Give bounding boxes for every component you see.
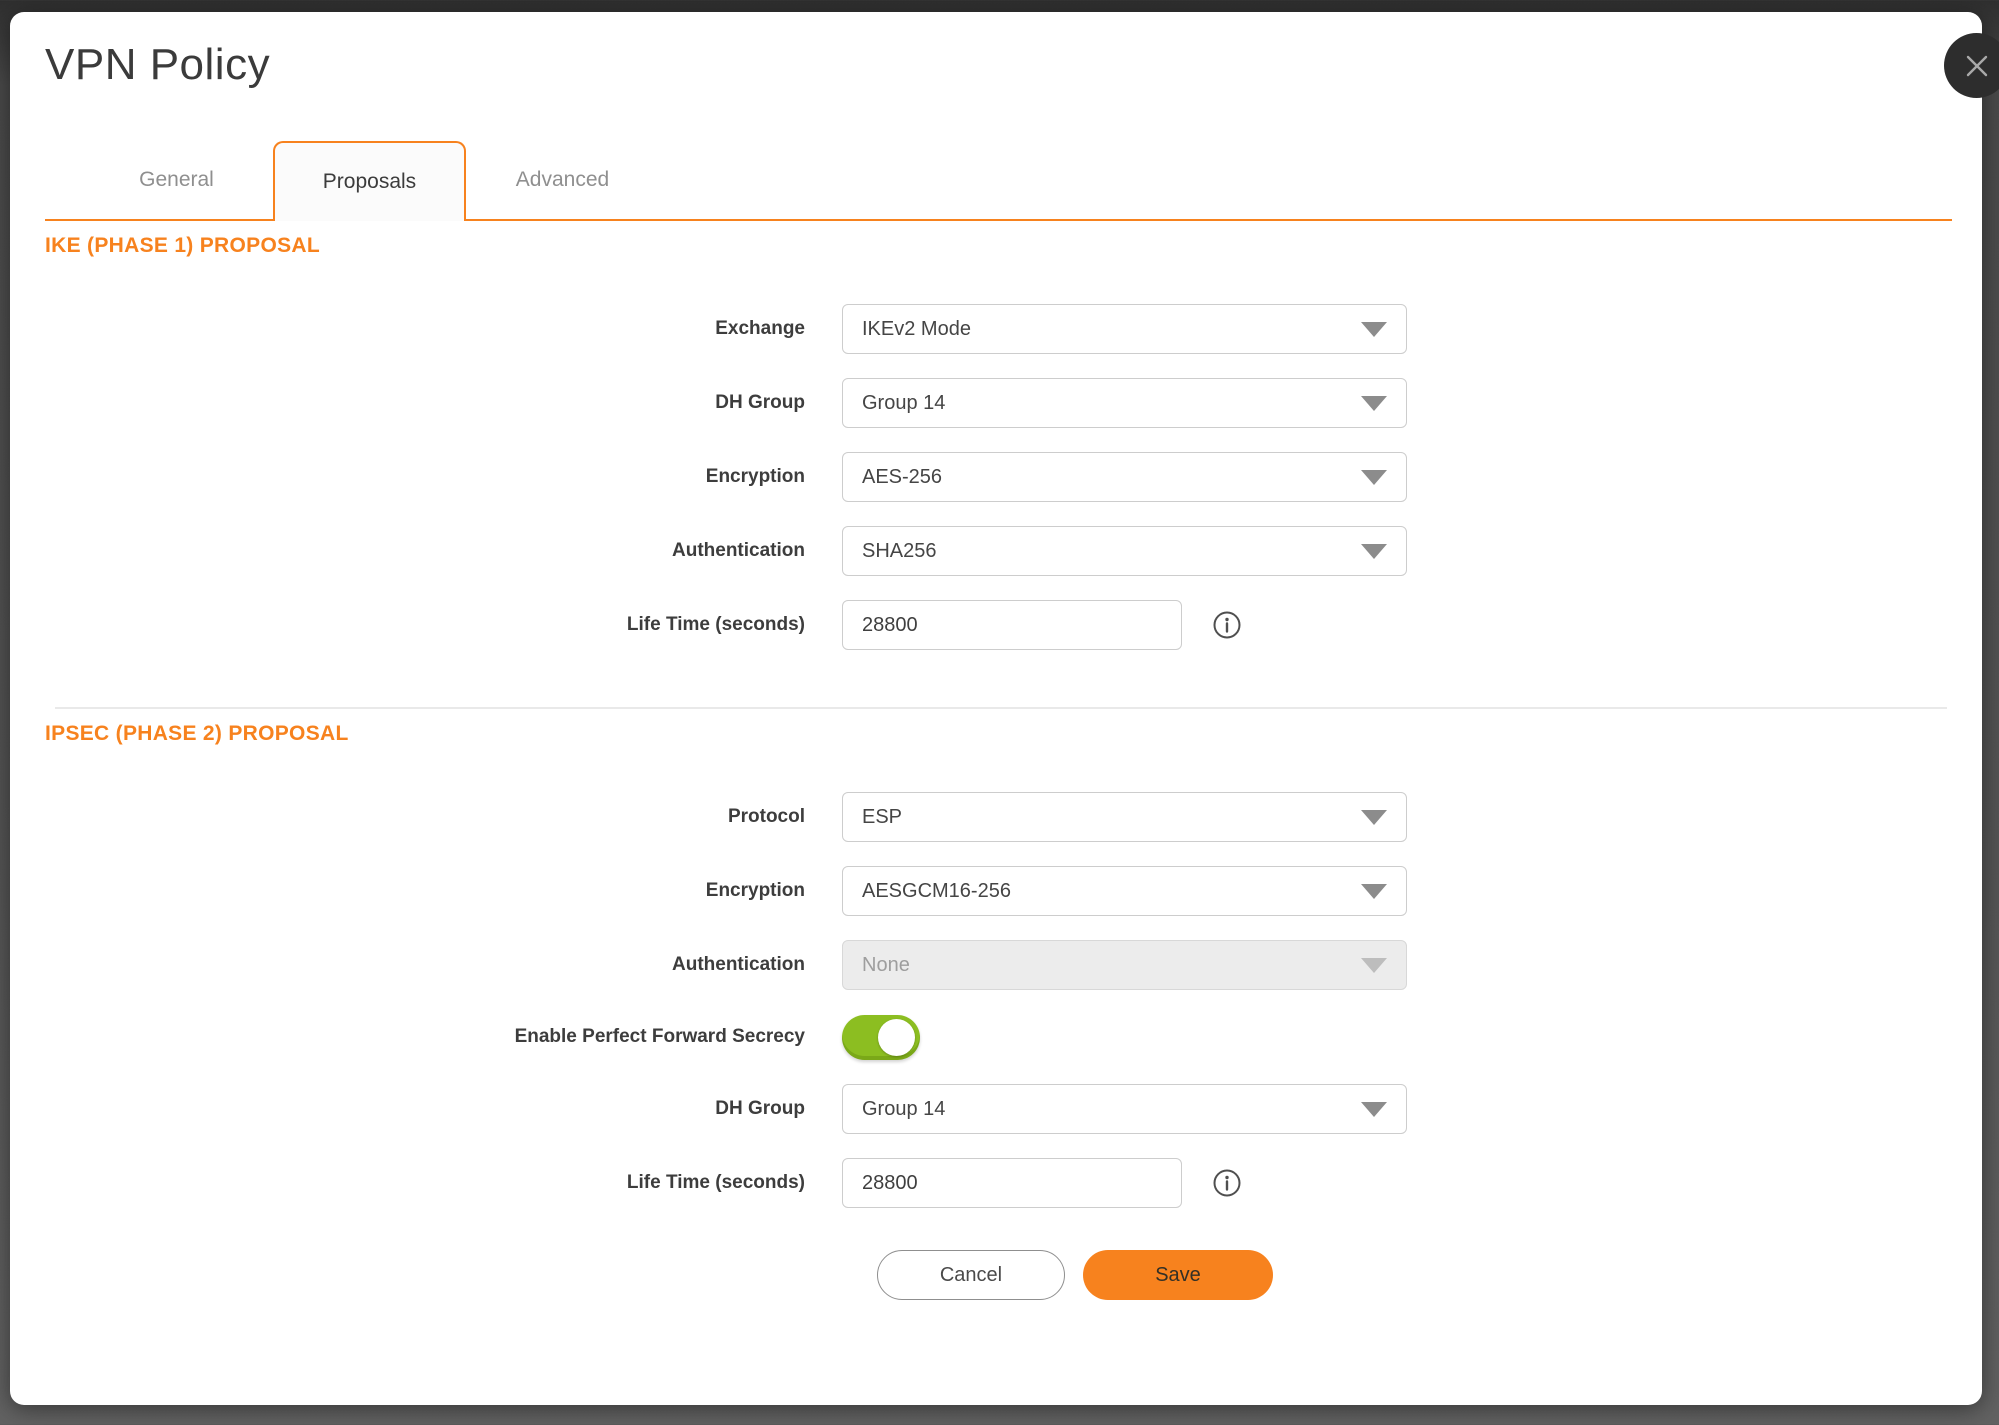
exchange-value: IKEv2 Mode [862, 318, 971, 341]
save-button[interactable]: Save [1083, 1250, 1273, 1300]
exchange-label: Exchange [45, 318, 805, 340]
ike-authentication-row: Authentication SHA256 [45, 526, 1982, 576]
ipsec-lifetime-info-button[interactable] [1212, 1168, 1242, 1198]
exchange-select[interactable]: IKEv2 Mode [842, 304, 1407, 354]
ipsec-phase2-form: Protocol ESP Encryption AESGCM16-256 Aut… [10, 792, 1982, 1300]
ike-authentication-select[interactable]: SHA256 [842, 526, 1407, 576]
info-icon [1212, 1168, 1242, 1198]
ike-lifetime-input[interactable] [842, 600, 1182, 650]
ike-phase1-heading: IKE (PHASE 1) PROPOSAL [45, 233, 1982, 259]
ike-dh-group-select[interactable]: Group 14 [842, 378, 1407, 428]
protocol-value: ESP [862, 806, 902, 829]
pfs-label: Enable Perfect Forward Secrecy [45, 1026, 805, 1048]
tab-advanced[interactable]: Advanced [466, 141, 659, 219]
ipsec-authentication-select-disabled: None [842, 940, 1407, 990]
close-icon [1963, 52, 1991, 80]
toggle-knob [878, 1019, 915, 1056]
ipsec-lifetime-label: Life Time (seconds) [45, 1172, 805, 1194]
dialog-actions: Cancel Save [877, 1250, 1982, 1300]
tab-proposals[interactable]: Proposals [273, 141, 466, 221]
ike-encryption-value: AES-256 [862, 466, 942, 489]
ipsec-lifetime-input[interactable] [842, 1158, 1182, 1208]
dropdown-arrow-icon [1361, 810, 1387, 825]
ipsec-encryption-value: AESGCM16-256 [862, 880, 1011, 903]
dropdown-arrow-icon [1361, 958, 1387, 973]
ike-encryption-label: Encryption [45, 466, 805, 488]
ipsec-lifetime-row: Life Time (seconds) [45, 1158, 1982, 1208]
ike-dh-group-label: DH Group [45, 392, 805, 414]
ipsec-authentication-value: None [862, 954, 910, 977]
cancel-button[interactable]: Cancel [877, 1250, 1065, 1300]
dropdown-arrow-icon [1361, 322, 1387, 337]
protocol-label: Protocol [45, 806, 805, 828]
ike-phase1-form: Exchange IKEv2 Mode DH Group Group 14 En… [10, 304, 1982, 650]
ike-authentication-value: SHA256 [862, 540, 937, 563]
ipsec-authentication-label: Authentication [45, 954, 805, 976]
ike-encryption-row: Encryption AES-256 [45, 452, 1982, 502]
dropdown-arrow-icon [1361, 470, 1387, 485]
ike-dh-group-value: Group 14 [862, 392, 945, 415]
vpn-policy-dialog: VPN Policy General Proposals Advanced IK… [10, 12, 1982, 1405]
tab-general[interactable]: General [80, 141, 273, 219]
protocol-row: Protocol ESP [45, 792, 1982, 842]
section-divider [55, 707, 1947, 709]
exchange-row: Exchange IKEv2 Mode [45, 304, 1982, 354]
ike-authentication-label: Authentication [45, 540, 805, 562]
ike-lifetime-label: Life Time (seconds) [45, 614, 805, 636]
ipsec-dh-group-row: DH Group Group 14 [45, 1084, 1982, 1134]
protocol-select[interactable]: ESP [842, 792, 1407, 842]
ipsec-encryption-row: Encryption AESGCM16-256 [45, 866, 1982, 916]
ike-dh-group-row: DH Group Group 14 [45, 378, 1982, 428]
ipsec-dh-group-select[interactable]: Group 14 [842, 1084, 1407, 1134]
ike-encryption-select[interactable]: AES-256 [842, 452, 1407, 502]
ipsec-dh-group-label: DH Group [45, 1098, 805, 1120]
ipsec-encryption-select[interactable]: AESGCM16-256 [842, 866, 1407, 916]
dropdown-arrow-icon [1361, 1102, 1387, 1117]
ike-lifetime-row: Life Time (seconds) [45, 600, 1982, 650]
pfs-toggle[interactable] [842, 1015, 920, 1060]
ipsec-phase2-heading: IPSEC (PHASE 2) PROPOSAL [45, 721, 1982, 747]
ike-lifetime-info-button[interactable] [1212, 610, 1242, 640]
tab-bar: General Proposals Advanced [45, 141, 1952, 221]
dropdown-arrow-icon [1361, 396, 1387, 411]
ipsec-encryption-label: Encryption [45, 880, 805, 902]
pfs-row: Enable Perfect Forward Secrecy [45, 1014, 1982, 1060]
ipsec-authentication-row: Authentication None [45, 940, 1982, 990]
dropdown-arrow-icon [1361, 544, 1387, 559]
dropdown-arrow-icon [1361, 884, 1387, 899]
dialog-title: VPN Policy [45, 40, 1982, 90]
info-icon [1212, 610, 1242, 640]
ipsec-dh-group-value: Group 14 [862, 1098, 945, 1121]
